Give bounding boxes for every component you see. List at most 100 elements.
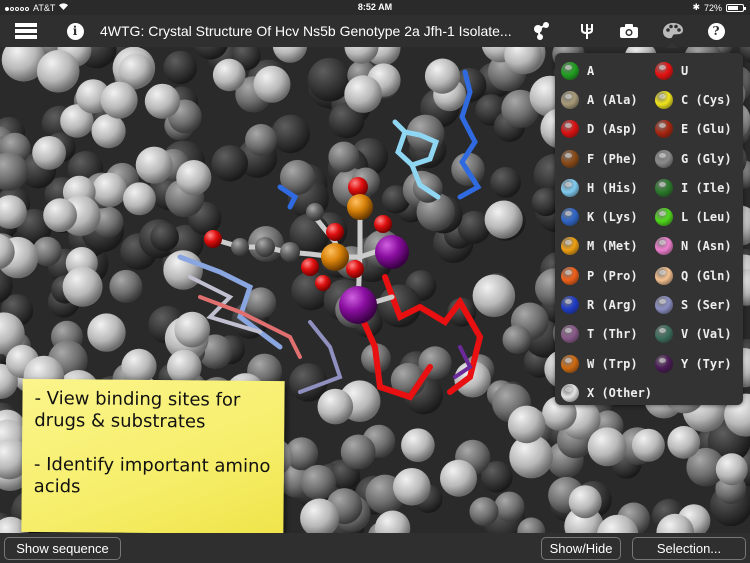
atom-sphere (36, 50, 80, 93)
atom-sphere (121, 348, 157, 384)
help-icon[interactable]: ? (705, 15, 727, 47)
atom-sphere (245, 124, 278, 156)
legend-item[interactable]: F (Phe) (555, 144, 649, 173)
legend-item[interactable]: W (Trp) (555, 349, 649, 378)
legend-item[interactable]: I (Ile) (649, 173, 743, 202)
menu-icon[interactable] (13, 15, 39, 47)
page-title: 4WTG: Crystal Structure Of Hcv Ns5b Geno… (100, 23, 512, 39)
color-swatch-icon (655, 178, 673, 197)
legend-item[interactable]: U (649, 56, 743, 85)
legend-item[interactable]: S (Ser) (649, 290, 743, 319)
legend-label: E (Glu) (681, 122, 732, 137)
color-swatch-icon (655, 208, 673, 227)
legend-item[interactable]: Q (Gln) (649, 261, 743, 290)
legend-label: Q (Gln) (681, 268, 732, 283)
color-swatch-icon (655, 61, 673, 80)
toolbar: i 4WTG: Crystal Structure Of Hcv Ns5b Ge… (0, 15, 750, 47)
info-icon[interactable]: i (64, 15, 86, 47)
legend-label: U (681, 63, 689, 78)
color-swatch-icon (655, 354, 673, 373)
atom-sphere (150, 222, 179, 252)
atom-sphere (144, 83, 180, 119)
legend-item[interactable]: H (His) (555, 173, 649, 202)
color-swatch-icon (561, 208, 579, 227)
color-swatch-icon (561, 354, 579, 373)
legend-item[interactable]: N (Asn) (649, 232, 743, 261)
atom-sphere (507, 405, 546, 444)
atom-sphere (91, 114, 126, 149)
legend-item[interactable]: M (Met) (555, 232, 649, 261)
tuning-fork-icon[interactable] (575, 15, 599, 47)
legend-label: F (Phe) (587, 151, 638, 166)
atom-sphere (401, 428, 435, 463)
color-swatch-icon (561, 325, 579, 344)
atom-sphere (317, 388, 354, 425)
color-swatch-icon (655, 266, 673, 285)
atom-sphere (378, 284, 422, 328)
legend-item[interactable]: A (Ala) (555, 85, 649, 114)
atom-sphere (472, 274, 516, 318)
atom-sphere (92, 172, 127, 207)
show-sequence-button[interactable]: Show sequence (4, 537, 121, 560)
color-swatch-icon (655, 149, 673, 168)
feature-sticky-note: - View binding sites for drugs & substra… (21, 378, 285, 533)
legend-label: X (Other) (587, 385, 653, 400)
camera-icon[interactable] (617, 15, 641, 47)
atom-sphere (328, 141, 360, 173)
atom-sphere (440, 459, 477, 497)
legend-item[interactable]: G (Gly) (649, 144, 743, 173)
sticky-line-2: - Identify important amino acids (33, 453, 271, 498)
legend-item[interactable]: Y (Tyr) (649, 349, 743, 378)
atom-sphere (271, 114, 310, 154)
atom-sphere (490, 167, 521, 198)
bluetooth-icon: ✱ (692, 2, 700, 12)
legend-item[interactable]: L (Leu) (649, 202, 743, 231)
atom-sphere (100, 81, 138, 119)
legend-item[interactable]: A (555, 56, 649, 85)
atom-sphere (62, 266, 103, 307)
legend-label: G (Gly) (681, 151, 732, 166)
legend-item[interactable]: D (Asp) (555, 115, 649, 144)
show-hide-button[interactable]: Show/Hide (541, 537, 621, 560)
legend-item[interactable]: E (Glu) (649, 115, 743, 144)
legend-label: M (Met) (587, 239, 638, 254)
atom-sphere (163, 50, 197, 85)
legend-label: L (Leu) (681, 210, 732, 225)
legend-item[interactable]: V (Val) (649, 320, 743, 349)
atom-sphere (176, 160, 212, 196)
legend-item[interactable]: X (Other) (555, 378, 653, 407)
atom-sphere (587, 427, 627, 467)
color-swatch-icon (561, 149, 579, 168)
status-time: 8:52 AM (357, 2, 393, 12)
atom-sphere (340, 434, 376, 470)
atom-sphere (568, 485, 602, 519)
legend-item[interactable]: C (Cys) (649, 85, 743, 114)
legend-label: P (Pro) (587, 268, 638, 283)
legend-item[interactable]: K (Lys) (555, 202, 649, 231)
atom-sphere (715, 453, 748, 486)
selection-button[interactable]: Selection... (632, 537, 746, 560)
legend-label: N (Asn) (681, 239, 732, 254)
color-swatch-icon (561, 178, 579, 197)
battery-icon (726, 3, 746, 12)
legend-label: D (Asp) (587, 122, 638, 137)
legend-label: R (Arg) (587, 298, 638, 313)
color-swatch-icon (655, 120, 673, 139)
legend-label: V (Val) (681, 327, 732, 342)
color-swatch-icon (561, 383, 579, 402)
atom-sphere (135, 146, 173, 184)
atom-sphere (122, 182, 156, 216)
atom-sphere (393, 468, 431, 506)
atom-sphere (167, 349, 202, 385)
atom-sphere (667, 426, 701, 459)
sticky-line-1: - View binding sites for drugs & substra… (34, 387, 241, 433)
legend-label: C (Cys) (681, 92, 732, 107)
atom-sphere (87, 313, 126, 352)
color-swatch-icon (561, 296, 579, 315)
legend-item[interactable]: T (Thr) (555, 320, 649, 349)
help-glyph: ? (707, 22, 725, 40)
legend-item[interactable]: R (Arg) (555, 290, 649, 319)
molecule-icon[interactable] (530, 15, 554, 47)
info-glyph: i (66, 22, 84, 40)
legend-item[interactable]: P (Pro) (555, 261, 649, 290)
